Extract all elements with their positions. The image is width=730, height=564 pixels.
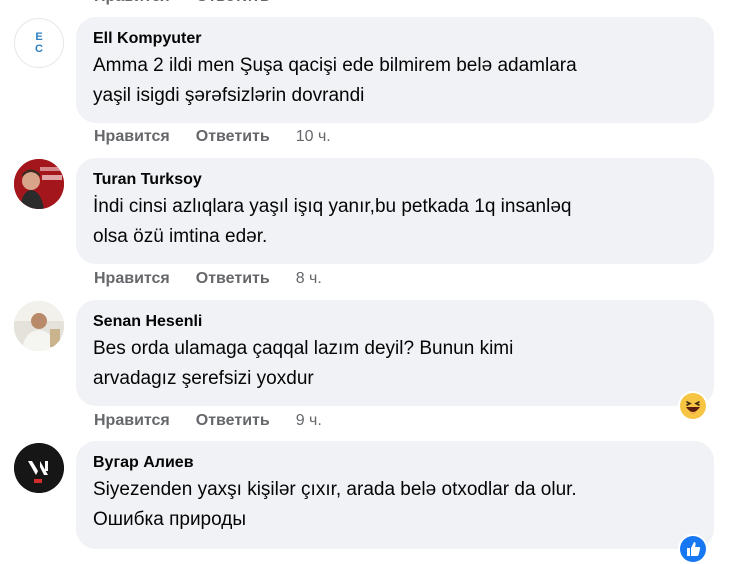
ell-kompyuter-logo-icon: E C (35, 31, 43, 55)
reply-link[interactable]: Ответить (196, 270, 270, 288)
comment-author[interactable]: Turan Turksoy (93, 170, 696, 190)
reply-link[interactable]: Ответить (196, 0, 270, 8)
comment-time[interactable]: 8 ч. (296, 270, 322, 288)
svg-text:E: E (35, 31, 42, 43)
comment-line: Bes orda ulamaga çaqqal lazım deyil? Bun… (93, 338, 514, 359)
reply-link[interactable]: Ответить (196, 412, 270, 430)
comment-text: Siyezenden yaxşı kişilər çıxır, arada be… (93, 475, 696, 535)
like-link[interactable]: Нравится (94, 270, 170, 288)
comment-bubble: Turan Turksoy İndi cinsi azlıqlara yaşıl… (76, 158, 714, 264)
comment-author[interactable]: Senan Hesenli (93, 312, 696, 332)
comment-bubble: Senan Hesenli Bes orda ulamaga çaqqal la… (76, 300, 714, 406)
comment-actions: Нравится Ответить 9 ч. (94, 412, 322, 430)
comment-time[interactable]: 10 ч. (296, 128, 331, 146)
haha-emoji-icon (680, 393, 706, 419)
svg-text:C: C (35, 43, 43, 55)
profile-photo-icon (14, 301, 64, 351)
comment-line: Siyezenden yaxşı kişilər çıxır, arada be… (93, 479, 577, 500)
comment-actions: Нравится Ответить 8 ч. (94, 270, 322, 288)
like-thumb-icon (680, 536, 706, 562)
comment-time[interactable]: 9 ч. (296, 412, 322, 430)
previous-comment-actions: Нравится Ответить (94, 0, 270, 8)
avatar[interactable] (14, 443, 64, 493)
comment-line: yaşil isigdi şərəfsizlərin dovrandi (93, 85, 365, 106)
profile-logo-icon (14, 443, 64, 493)
like-link[interactable]: Нравится (94, 128, 170, 146)
comment-bubble: Вугар Алиев Siyezenden yaxşı kişilər çıx… (76, 441, 714, 549)
avatar[interactable] (14, 301, 64, 351)
comment-text: Bes orda ulamaga çaqqal lazım deyil? Bun… (93, 334, 696, 394)
comment-line: İndi cinsi azlıqlara yaşıl işıq yanır,bu… (93, 196, 572, 217)
comment-line: Amma 2 ildi men Şuşa qacişi ede bilmirem… (93, 55, 577, 76)
avatar[interactable] (14, 159, 64, 209)
comment-actions: Нравится Ответить 10 ч. (94, 128, 331, 146)
comment-author[interactable]: Вугар Алиев (93, 453, 696, 473)
like-link[interactable]: Нравится (94, 0, 170, 8)
like-link[interactable]: Нравится (94, 412, 170, 430)
comment-bubble: Ell Kompyuter Amma 2 ildi men Şuşa qaciş… (76, 17, 714, 123)
comment-line: olsa özü imtina edər. (93, 226, 268, 247)
comment-text: Amma 2 ildi men Şuşa qacişi ede bilmirem… (93, 51, 696, 111)
profile-photo-icon (14, 159, 64, 209)
comment-text: İndi cinsi azlıqlara yaşıl işıq yanır,bu… (93, 192, 696, 252)
comment-author[interactable]: Ell Kompyuter (93, 29, 696, 49)
haha-reaction-badge[interactable] (678, 391, 708, 421)
like-reaction-badge[interactable] (678, 534, 708, 564)
avatar[interactable]: E C (14, 18, 64, 68)
comment-line: arvadagız şerefsizi yoxdur (93, 368, 314, 389)
comment-line: Ошибка природы (93, 509, 247, 530)
reply-link[interactable]: Ответить (196, 128, 270, 146)
